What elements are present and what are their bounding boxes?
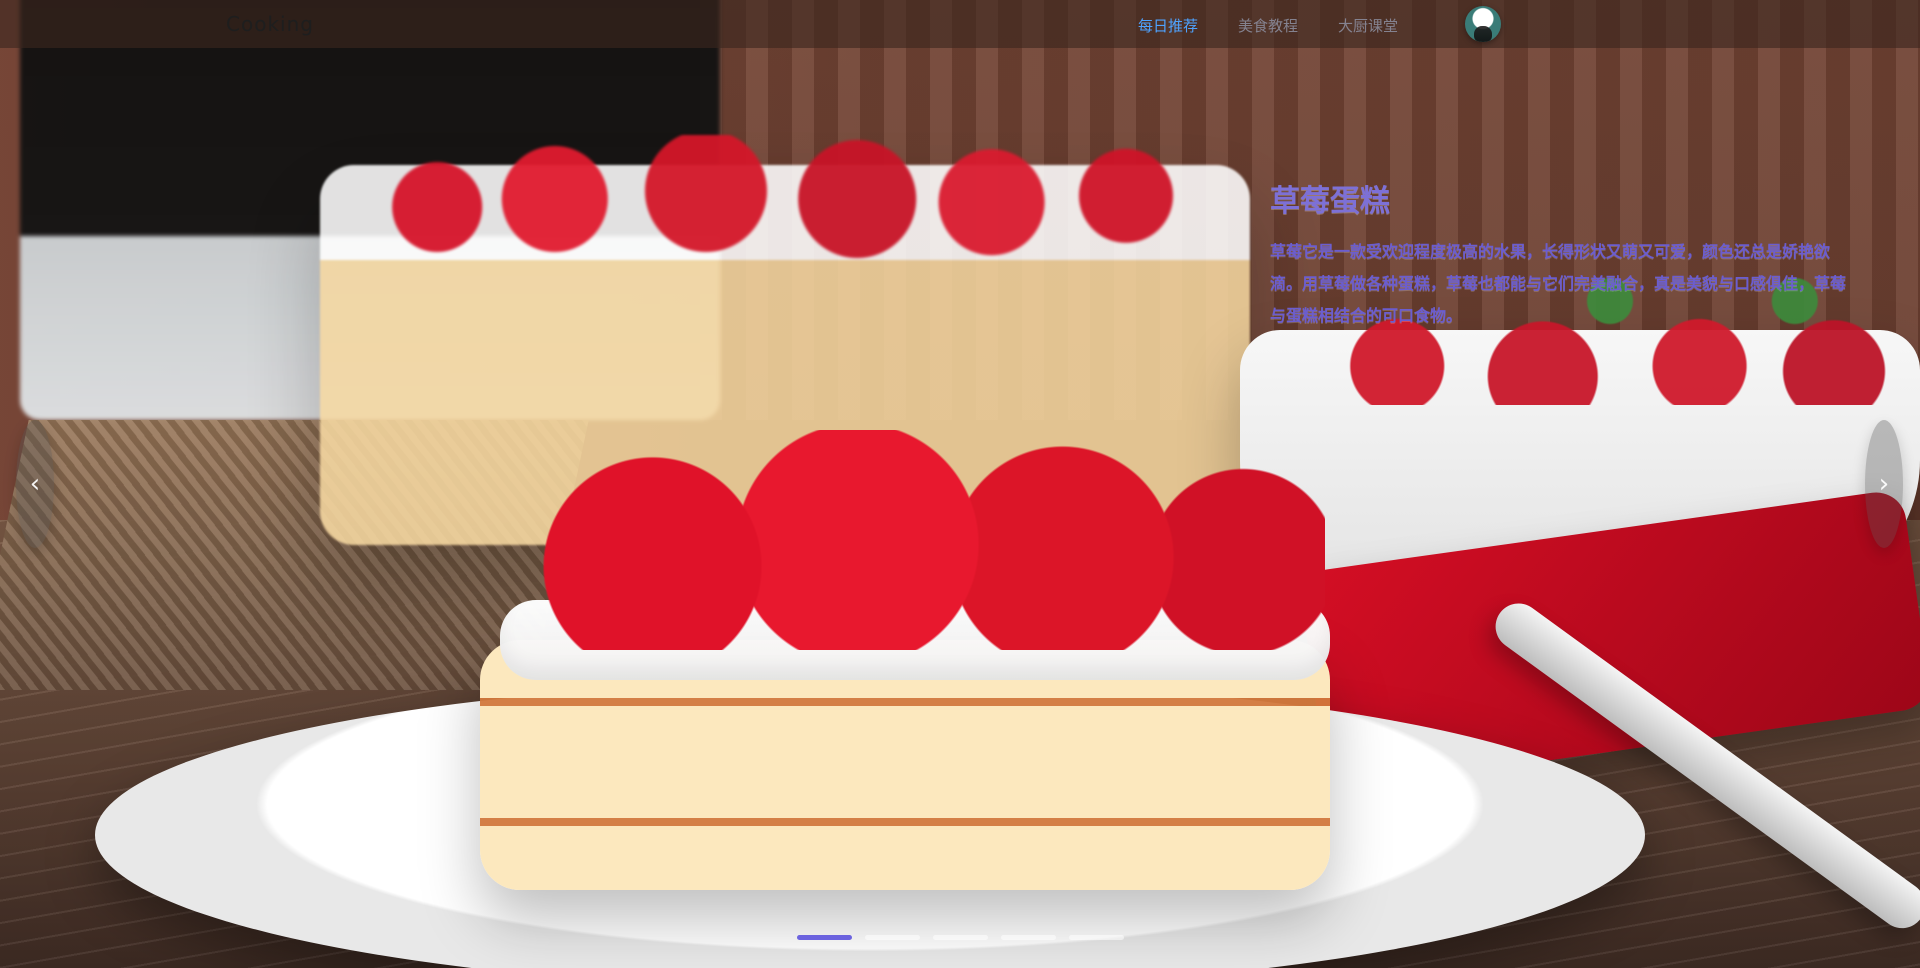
hero-description: 草莓它是一款受欢迎程度极高的水果，长得形状又萌又可爱，颜色还总是娇艳欲滴。用草莓… bbox=[1270, 242, 1847, 325]
carousel-pagination bbox=[797, 935, 1124, 940]
carousel-dot-1[interactable] bbox=[797, 935, 852, 940]
hero-caption: 草莓蛋糕 草莓它是一款受欢迎程度极高的水果，长得形状又萌又可爱，颜色还总是娇艳欲… bbox=[1270, 176, 1860, 332]
chevron-right-icon: › bbox=[1878, 469, 1890, 499]
background-cake-strawberries bbox=[370, 135, 1210, 295]
user-avatar-icon[interactable] bbox=[1465, 6, 1501, 42]
hero-title: 草莓蛋糕 bbox=[1270, 184, 1390, 219]
carousel-dot-3[interactable] bbox=[933, 935, 988, 940]
nav-item-food-tutorials[interactable]: 美食教程 bbox=[1238, 15, 1298, 36]
nav-item-daily-recommend[interactable]: 每日推荐 bbox=[1138, 15, 1198, 36]
top-nav-bar: Cooking 每日推荐 美食教程 大厨课堂 bbox=[0, 0, 1920, 48]
page: Cooking 每日推荐 美食教程 大厨课堂 草莓蛋糕 草莓它是一款受欢迎程度极… bbox=[0, 0, 1920, 968]
carousel-prev-button[interactable]: ‹ bbox=[16, 420, 54, 548]
chevron-left-icon: ‹ bbox=[29, 469, 41, 499]
carousel-dot-4[interactable] bbox=[1001, 935, 1056, 940]
main-nav: 每日推荐 美食教程 大厨课堂 bbox=[1138, 15, 1398, 36]
carousel-dot-5[interactable] bbox=[1069, 935, 1124, 940]
carousel-dot-2[interactable] bbox=[865, 935, 920, 940]
nav-item-chef-class[interactable]: 大厨课堂 bbox=[1338, 15, 1398, 36]
carousel-next-button[interactable]: › bbox=[1865, 420, 1903, 548]
brand-logo[interactable]: Cooking bbox=[226, 12, 314, 36]
cake-strawberry-topping bbox=[505, 430, 1325, 650]
